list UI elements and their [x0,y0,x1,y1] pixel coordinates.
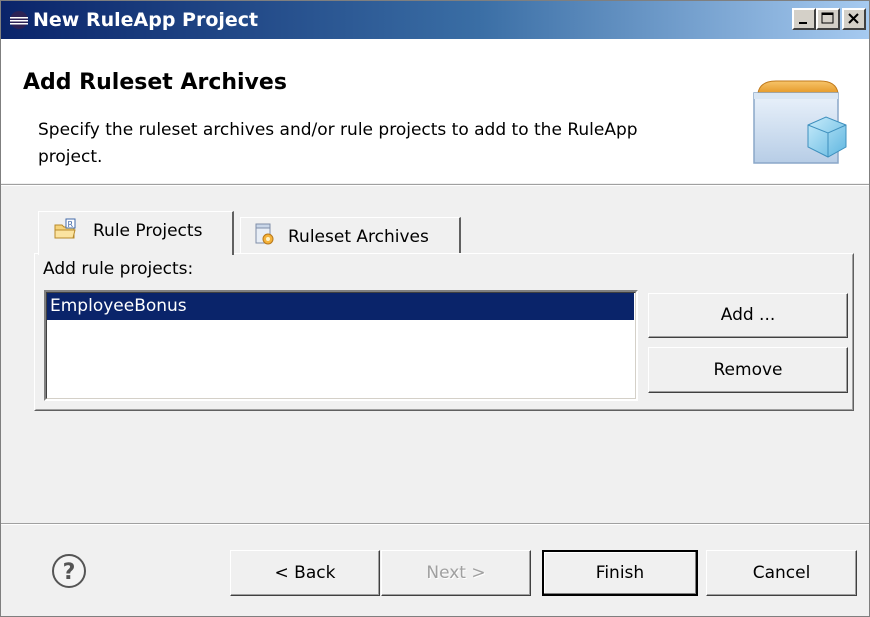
rule-project-folder-icon: R [54,218,76,239]
page-title: Add Ruleset Archives [23,70,287,95]
wizard-banner-icon [753,80,847,164]
wizard-window: New RuleApp Project Add Ruleset Archives… [0,0,870,617]
maximize-icon [821,12,834,24]
tab-rule-projects-label: Rule Projects [93,221,203,241]
ruleset-archive-icon [255,223,274,245]
minimize-button[interactable] [792,8,816,30]
help-icon[interactable]: ? [50,552,88,590]
eclipse-icon [10,11,28,29]
maximize-button[interactable] [816,8,840,30]
footer-separator-highlight [1,524,869,525]
add-rule-projects-label: Add rule projects: [43,259,194,279]
cancel-button[interactable]: Cancel [706,550,857,596]
close-icon [848,13,859,24]
tab-rule-projects[interactable]: R Rule Projects [38,211,234,255]
page-description: Specify the ruleset archives and/or rule… [38,120,638,167]
close-button[interactable] [842,8,866,30]
title-bar[interactable]: New RuleApp Project [1,1,869,39]
list-item[interactable]: EmployeeBonus [47,293,634,320]
tab-ruleset-archives-label: Ruleset Archives [288,227,429,247]
remove-button[interactable]: Remove [648,347,848,393]
rule-projects-list[interactable]: EmployeeBonus [44,290,638,401]
header-separator-highlight [1,185,869,186]
tab-ruleset-archives[interactable]: Ruleset Archives [240,217,461,253]
window-title: New RuleApp Project [33,9,259,31]
finish-button[interactable]: Finish [542,550,698,596]
svg-text:R: R [68,220,74,229]
back-button[interactable]: < Back [230,550,380,596]
svg-text:?: ? [63,560,76,585]
add-button[interactable]: Add ... [648,293,848,338]
next-button[interactable]: Next > [381,550,531,596]
minimize-icon [799,22,807,24]
